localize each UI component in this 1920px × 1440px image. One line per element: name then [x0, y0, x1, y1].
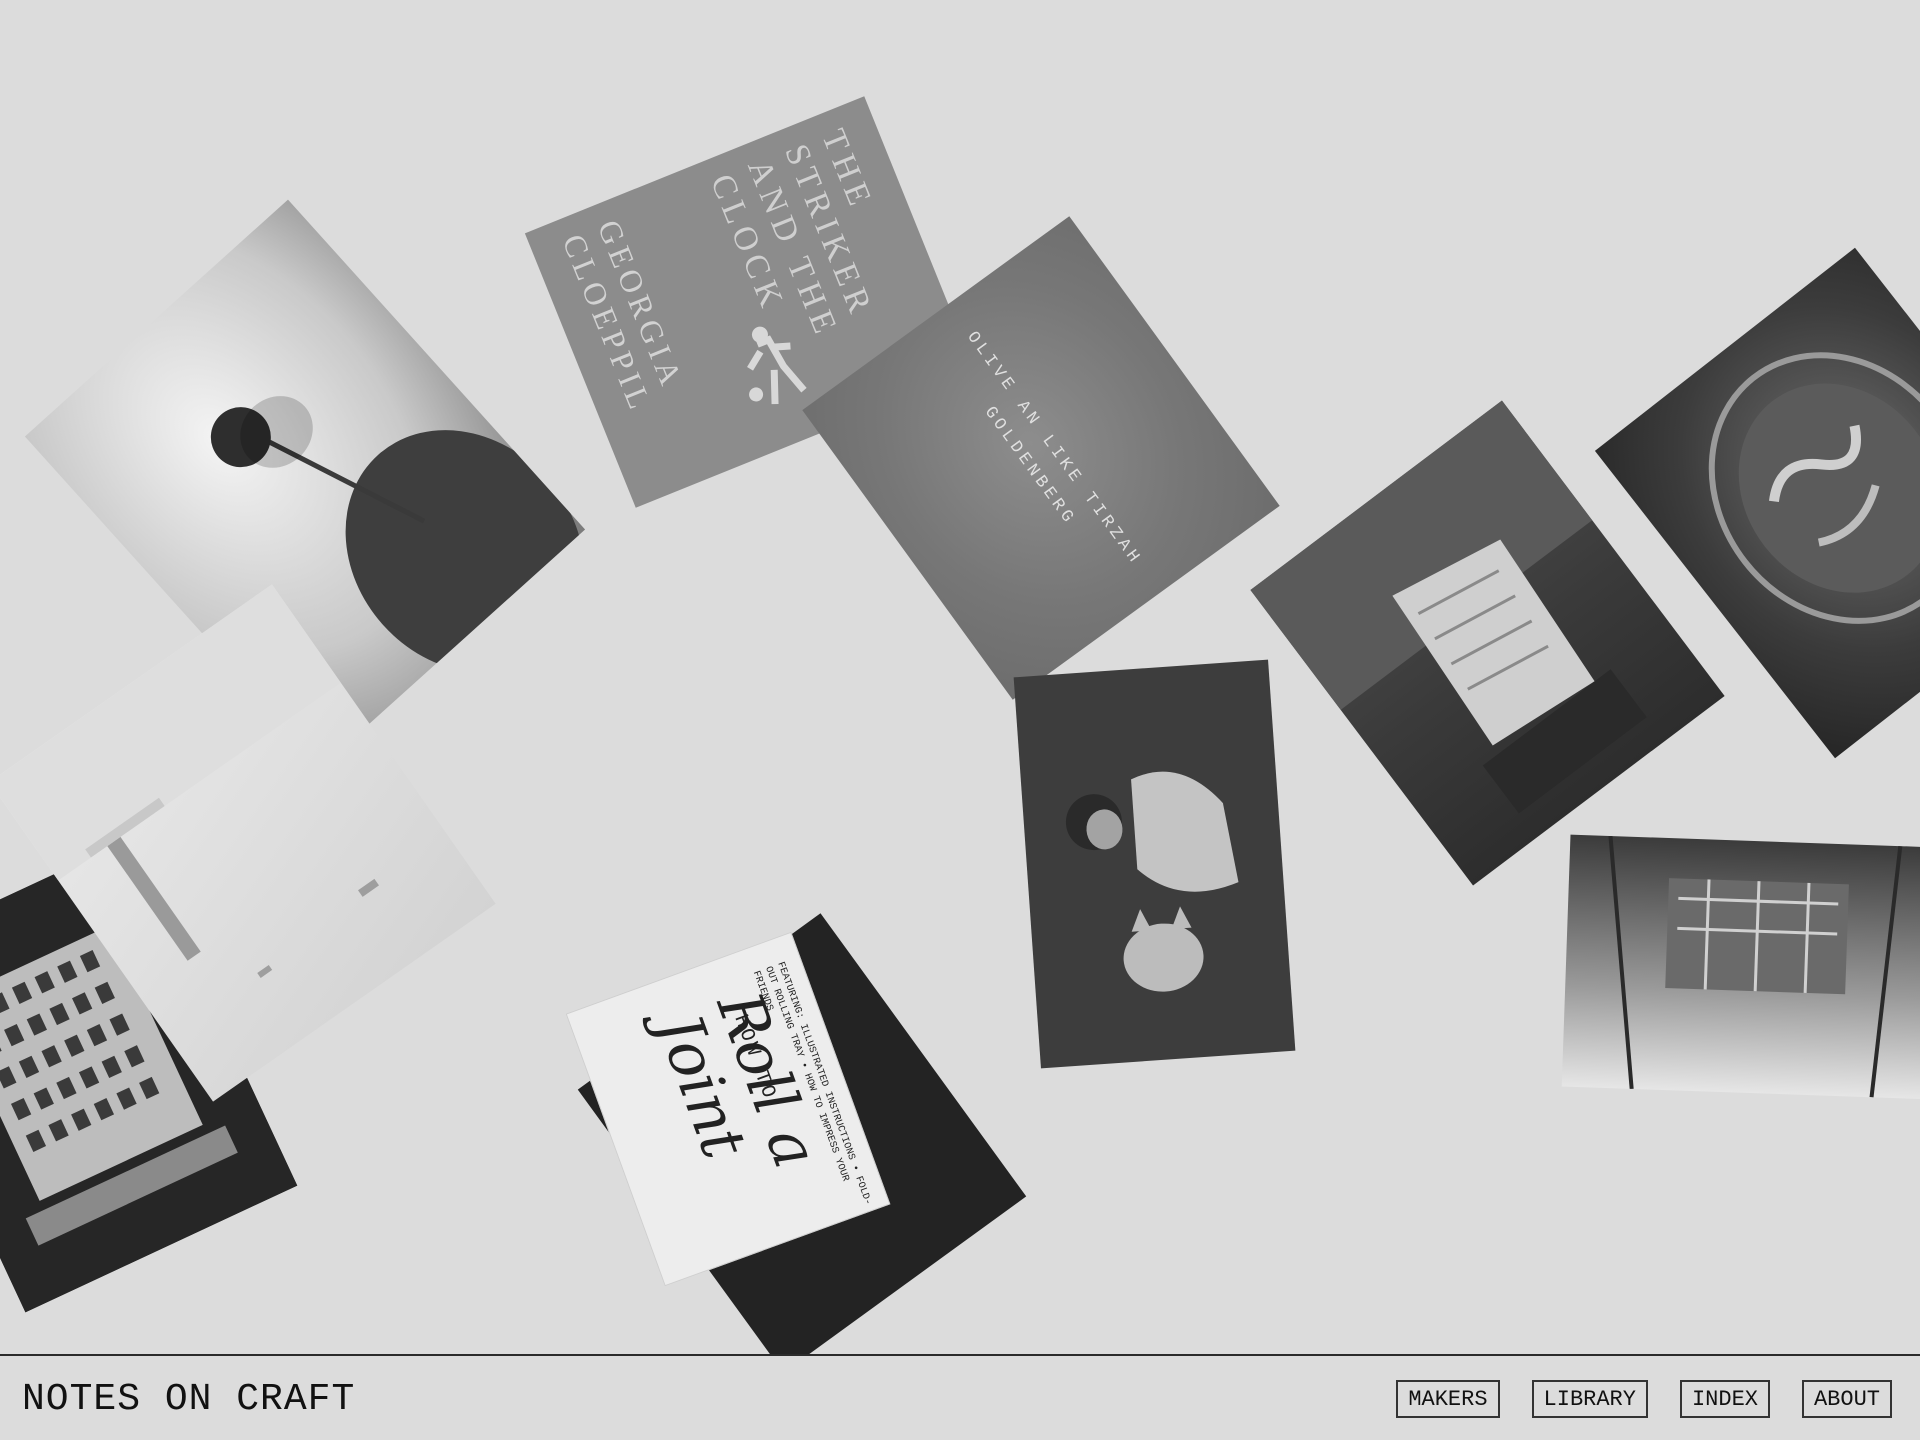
nav-library-button[interactable]: LIBRARY: [1531, 1380, 1648, 1418]
olive-book-text: OLIVE AN LIKE TIRZAH GOLDENBERG: [962, 328, 1145, 570]
site-title[interactable]: NOTES ON CRAFT: [22, 1378, 355, 1421]
upside-down-house-image: [1608, 835, 1903, 1098]
card-girl-with-cat[interactable]: [1013, 659, 1296, 1069]
nav-makers-button[interactable]: MAKERS: [1396, 1380, 1500, 1418]
book-author: GEORGIA CLOEPPIL: [555, 214, 691, 419]
card-upside-down-house[interactable]: [1561, 834, 1920, 1100]
nav-index-button[interactable]: INDEX: [1679, 1380, 1770, 1418]
girl-with-cat-image: [1065, 771, 1239, 992]
main-nav: MAKERS LIBRARY INDEX ABOUT: [1396, 1380, 1892, 1418]
footer-bar: NOTES ON CRAFT MAKERS LIBRARY INDEX ABOU…: [0, 1354, 1920, 1440]
nav-about-button[interactable]: ABOUT: [1801, 1380, 1892, 1418]
collage-canvas: THE STRIKER AND THE CLOCK GEORGIA CLOEPP…: [0, 0, 1920, 1354]
